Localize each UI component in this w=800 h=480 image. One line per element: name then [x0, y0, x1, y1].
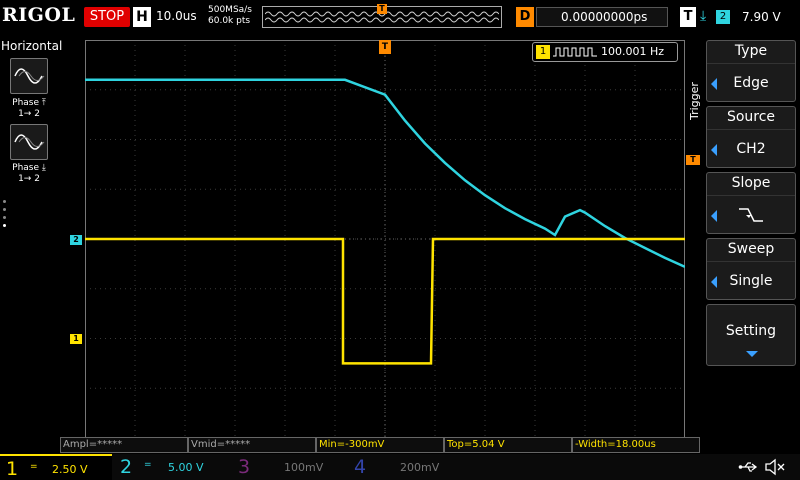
measurement-bar: Ampl=***** Vmid=***** Min=-300mV Top=5.0…: [60, 437, 700, 453]
frequency-channel-badge: 1: [536, 45, 550, 59]
trigger-level-value[interactable]: 7.90 V: [742, 10, 781, 24]
menu-setting[interactable]: Setting: [706, 304, 796, 366]
ch1-offset-marker[interactable]: 1: [70, 334, 82, 344]
brand-logo: RIGOL: [2, 4, 76, 26]
ch2-scale: 5.00 V: [168, 461, 204, 474]
page-dot: [3, 216, 6, 219]
phase-rising-button[interactable]: [10, 58, 48, 94]
falling-edge-icon: [739, 208, 763, 222]
left-arrow-icon: [711, 210, 717, 222]
down-arrow-icon: [746, 351, 758, 357]
menu-slope[interactable]: Slope: [706, 172, 796, 234]
top-status-bar: RIGOL STOP H 10.0us 500MSa/s 60.0k pts T…: [0, 0, 800, 36]
memory-navigator[interactable]: T: [262, 4, 502, 28]
channel-status-bar: 1 = 2.50 V 2 = 5.00 V 3 100mV 4 200mV: [0, 454, 800, 480]
ch2-offset-marker[interactable]: 2: [70, 235, 82, 245]
page-dot: [3, 208, 6, 211]
measurement-item[interactable]: Ampl=*****: [60, 437, 188, 453]
horizontal-panel: Horizontal Phase ⤒ 1→ 2 Phase ⤓ 1→ 2: [0, 38, 62, 436]
measurement-item[interactable]: Min=-300mV: [316, 437, 444, 453]
ch2-number: 2: [120, 456, 133, 478]
sine-wave-icon: [14, 68, 45, 84]
falling-edge-icon: ⤓: [39, 163, 46, 173]
menu-type[interactable]: Type Edge: [706, 40, 796, 102]
ch2-status[interactable]: 2 = 5.00 V: [114, 454, 226, 480]
trigger-level-marker[interactable]: T: [686, 155, 700, 165]
menu-sweep-value: Single: [729, 273, 773, 289]
ch3-status[interactable]: 3 100mV: [228, 454, 340, 480]
oscilloscope-screen: RIGOL STOP H 10.0us 500MSa/s 60.0k pts T…: [0, 0, 800, 480]
run-stop-indicator[interactable]: STOP: [84, 7, 130, 27]
phase-falling-label: Phase ⤓ 1→ 2: [12, 163, 46, 184]
menu-source[interactable]: Source CH2: [706, 106, 796, 168]
pulse-train-icon: [553, 47, 597, 57]
frequency-value: 100.001 Hz: [601, 45, 665, 58]
horizontal-label: H: [133, 7, 151, 27]
menu-sweep-title: Sweep: [727, 241, 775, 257]
rising-edge-icon: ⤒: [39, 98, 46, 108]
trigger-label: T: [680, 7, 696, 27]
delay-value: 0.00000000ps: [561, 10, 648, 24]
menu-type-value: Edge: [733, 75, 769, 91]
page-dot-active: [3, 224, 6, 227]
sine-wave-icon: [14, 134, 45, 150]
ch1-number: 1: [6, 458, 19, 480]
ch3-number: 3: [238, 456, 251, 478]
waveform-display[interactable]: [85, 40, 685, 438]
sample-info: 500MSa/s 60.0k pts: [208, 5, 252, 27]
menu-type-title: Type: [734, 43, 768, 59]
phase-rising-label: Phase ⤒ 1→ 2: [12, 98, 46, 119]
trigger-position-marker[interactable]: T: [379, 40, 391, 54]
ch1-coupling: =: [30, 462, 38, 472]
delay-field[interactable]: 0.00000000ps: [536, 7, 668, 27]
falling-edge-icon: ⤓: [700, 8, 707, 24]
sample-rate: 500MSa/s: [208, 5, 252, 15]
horizontal-panel-title: Horizontal: [1, 39, 63, 53]
frequency-counter: 1 100.001 Hz: [532, 42, 678, 62]
usb-icon: [738, 462, 758, 472]
trigger-menu-label: Trigger: [688, 82, 701, 120]
trigger-source-badge: 2: [716, 10, 730, 24]
memory-depth: 60.0k pts: [208, 16, 251, 26]
ch1-status[interactable]: 1 = 2.50 V: [0, 454, 112, 480]
navigator-trigger-marker: T: [377, 4, 387, 14]
menu-slope-title: Slope: [731, 175, 771, 191]
measurement-item[interactable]: -Width=18.00us: [572, 437, 700, 453]
menu-source-value: CH2: [736, 141, 766, 157]
ch4-scale: 200mV: [400, 461, 440, 474]
ch2-coupling: =: [144, 460, 152, 470]
measurement-item[interactable]: Top=5.04 V: [444, 437, 572, 453]
menu-setting-title: Setting: [725, 323, 777, 339]
ch4-number: 4: [354, 456, 367, 478]
menu-source-title: Source: [726, 109, 776, 125]
ch4-status[interactable]: 4 200mV: [344, 454, 456, 480]
ch3-scale: 100mV: [284, 461, 324, 474]
menu-sweep[interactable]: Sweep Single: [706, 238, 796, 300]
measurement-item[interactable]: Vmid=*****: [188, 437, 316, 453]
ch1-scale: 2.50 V: [52, 463, 88, 476]
phase-falling-button[interactable]: [10, 124, 48, 160]
speaker-mute-icon[interactable]: [764, 458, 786, 476]
timebase-value[interactable]: 10.0us: [156, 9, 197, 23]
delay-label: D: [516, 7, 534, 27]
page-dot: [3, 200, 6, 203]
graticule: [85, 40, 685, 438]
